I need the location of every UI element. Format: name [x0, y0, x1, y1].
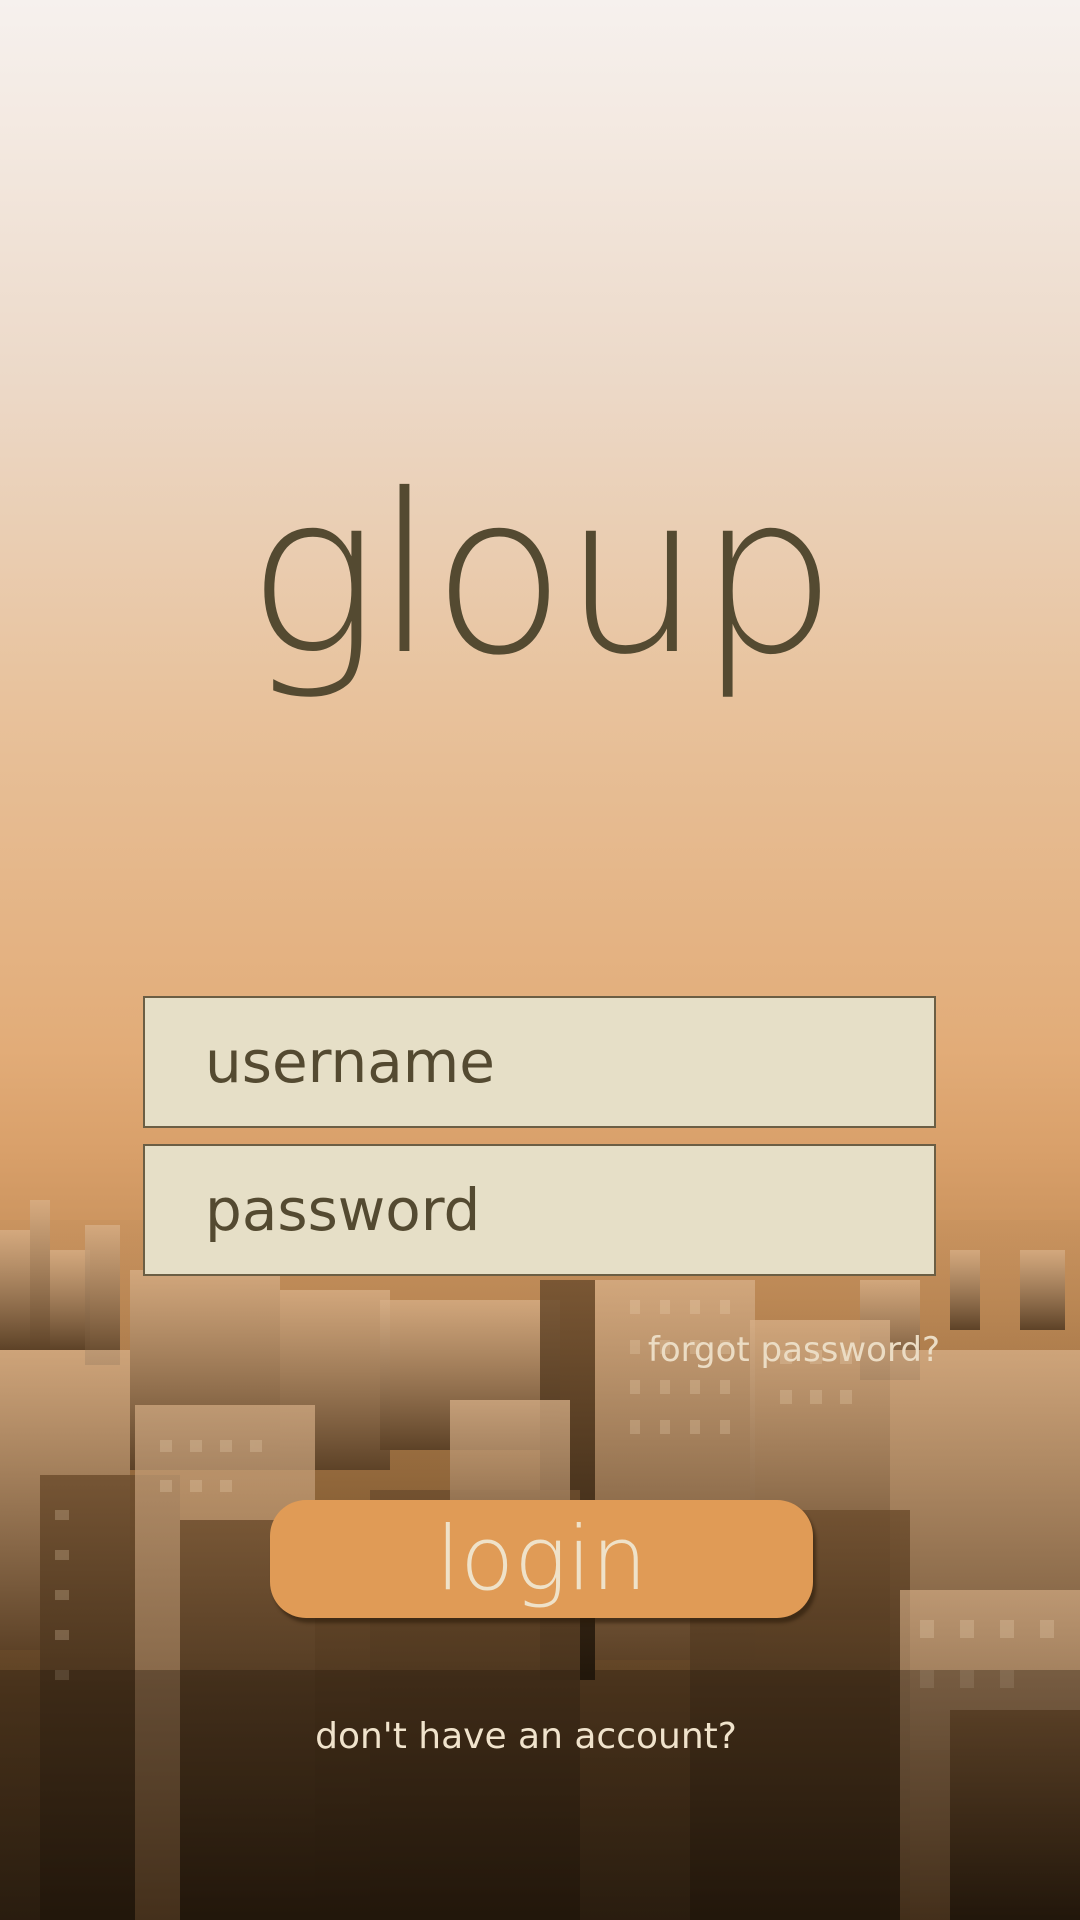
signup-link[interactable]: don't have an account?: [0, 1716, 1052, 1757]
username-field[interactable]: [143, 996, 936, 1128]
login-button[interactable]: login: [270, 1500, 813, 1618]
login-screen: gloup forgot password? login don't have …: [0, 0, 1080, 1920]
password-field[interactable]: [143, 1144, 936, 1276]
app-logo: gloup: [246, 447, 838, 703]
forgot-password-link[interactable]: forgot password?: [648, 1330, 940, 1370]
